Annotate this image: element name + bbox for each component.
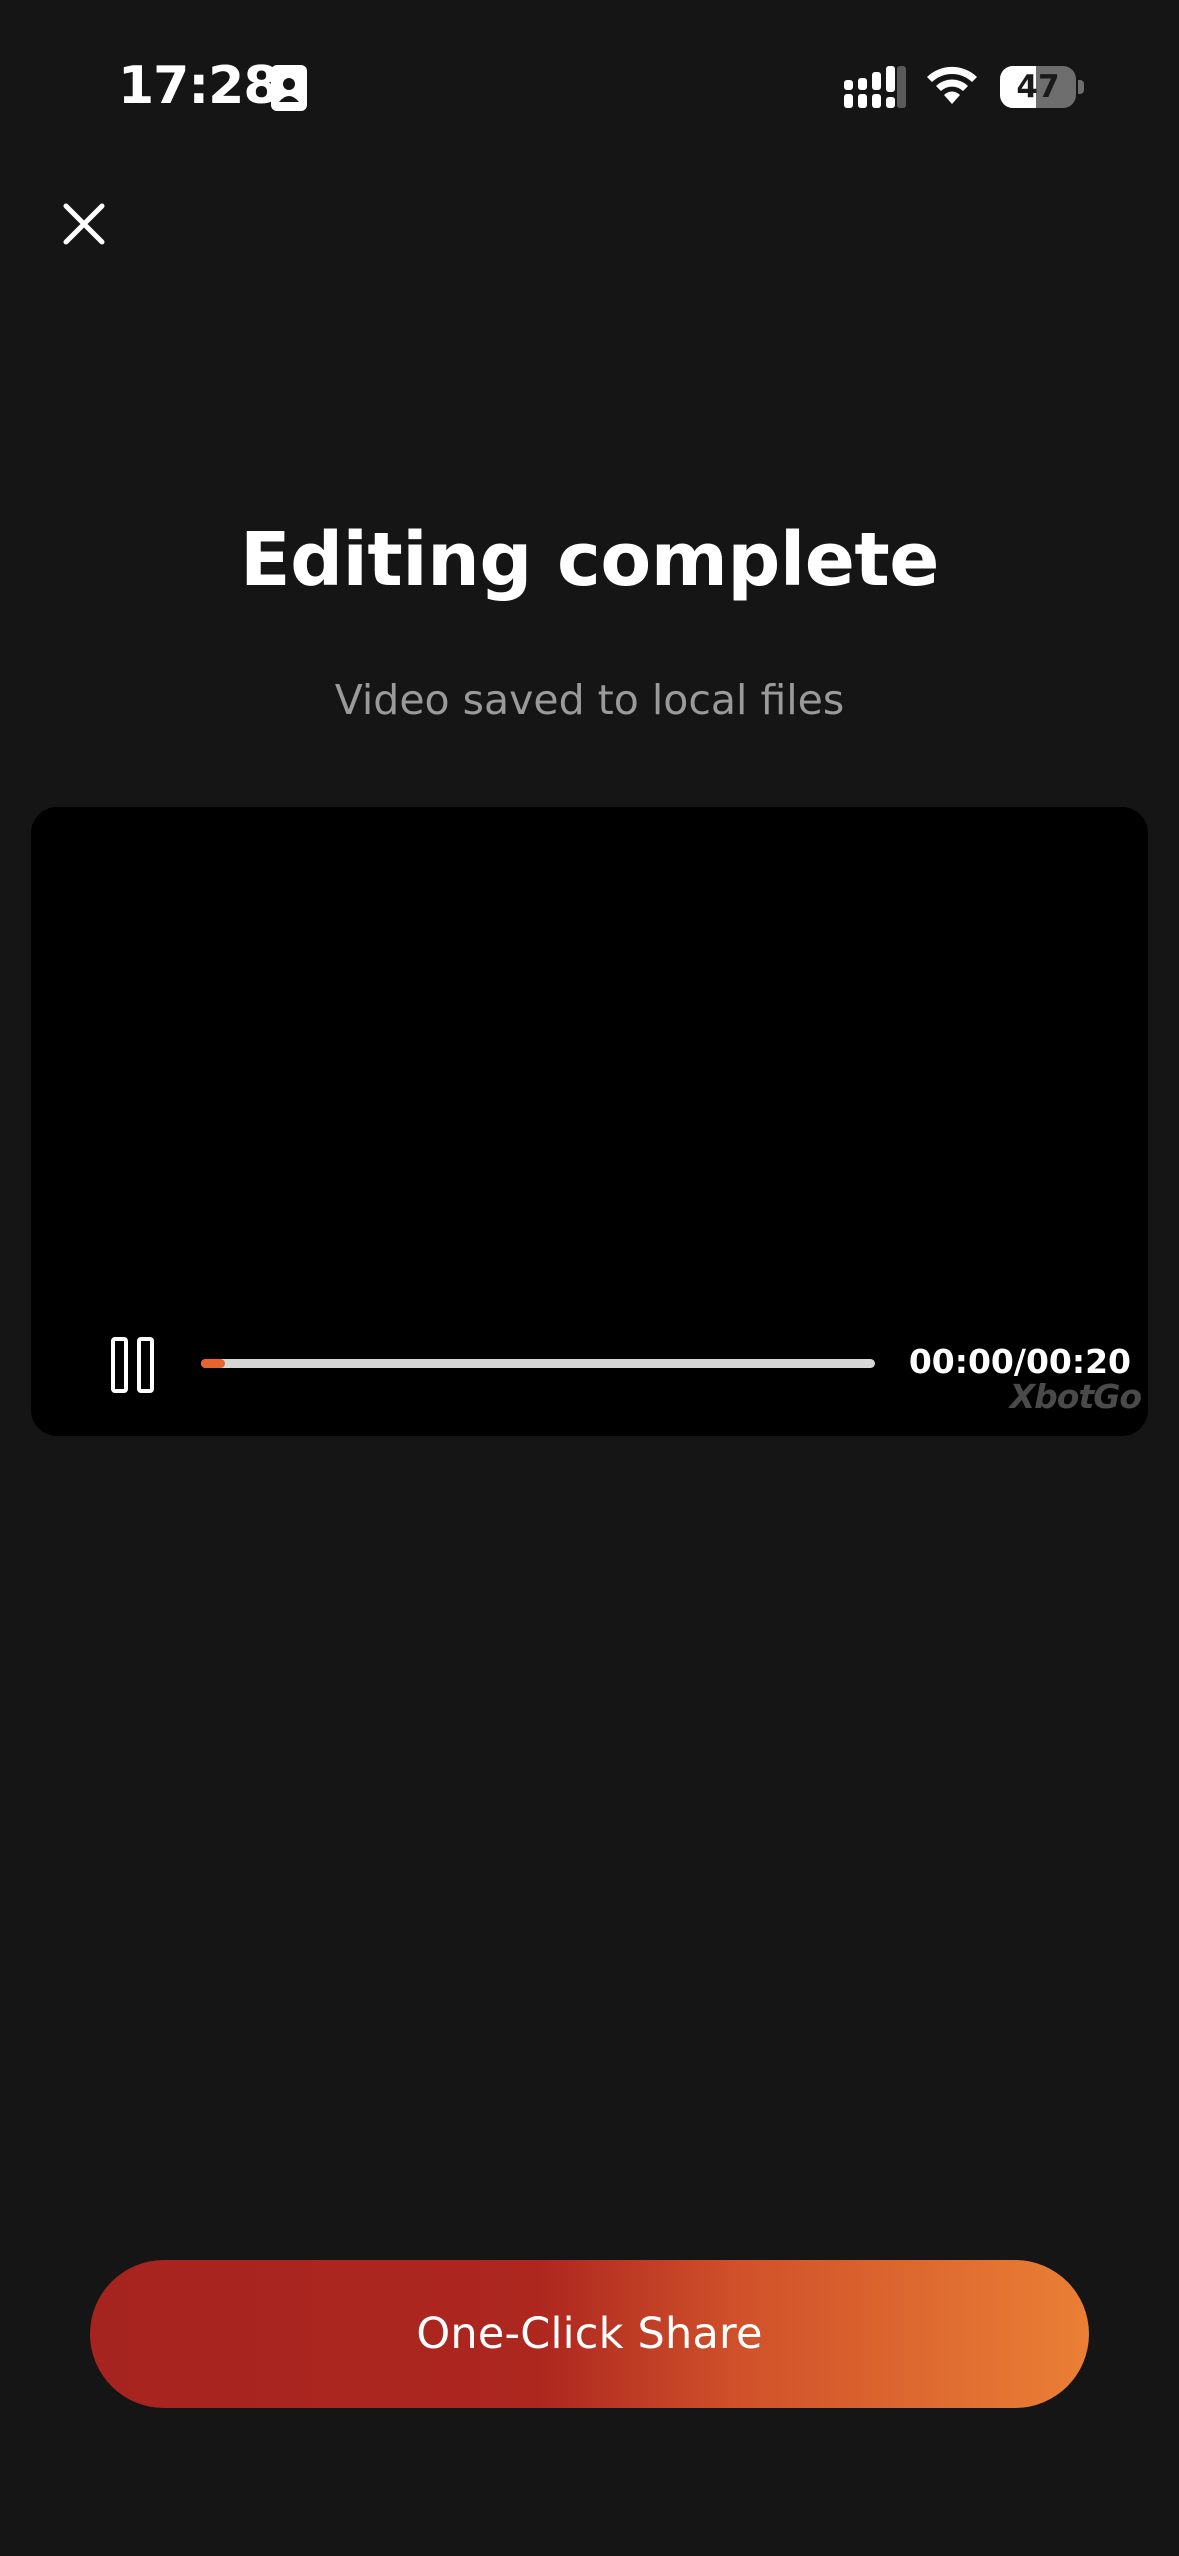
share-button-label: One-Click Share	[416, 2309, 763, 2359]
id-card-icon	[271, 65, 307, 111]
editing-complete-screen: 17:28 47 Editing complete Video saved to…	[0, 0, 1179, 2556]
one-click-share-button[interactable]: One-Click Share	[90, 2260, 1089, 2408]
page-title: Editing complete	[240, 517, 939, 603]
battery-cap	[1078, 80, 1084, 94]
page-subtitle: Video saved to local files	[334, 676, 845, 724]
wifi-icon	[927, 66, 977, 104]
cellular-signal-icon	[844, 66, 906, 108]
status-time: 17:28	[118, 56, 280, 116]
pause-button[interactable]	[81, 1317, 187, 1413]
pause-icon	[111, 1337, 154, 1393]
watermark: XbotGo	[1009, 1377, 1142, 1416]
battery-level: 47	[1016, 69, 1060, 105]
close-icon	[63, 203, 105, 245]
battery-icon: 47	[1000, 66, 1076, 108]
status-bar: 17:28 47	[0, 0, 1179, 160]
progress-fill	[201, 1359, 225, 1368]
video-player[interactable]: 00:00/00:20 XbotGo	[31, 807, 1148, 1436]
close-button[interactable]	[52, 192, 116, 256]
progress-bar[interactable]	[201, 1359, 875, 1368]
battery-body: 47	[1000, 66, 1076, 108]
